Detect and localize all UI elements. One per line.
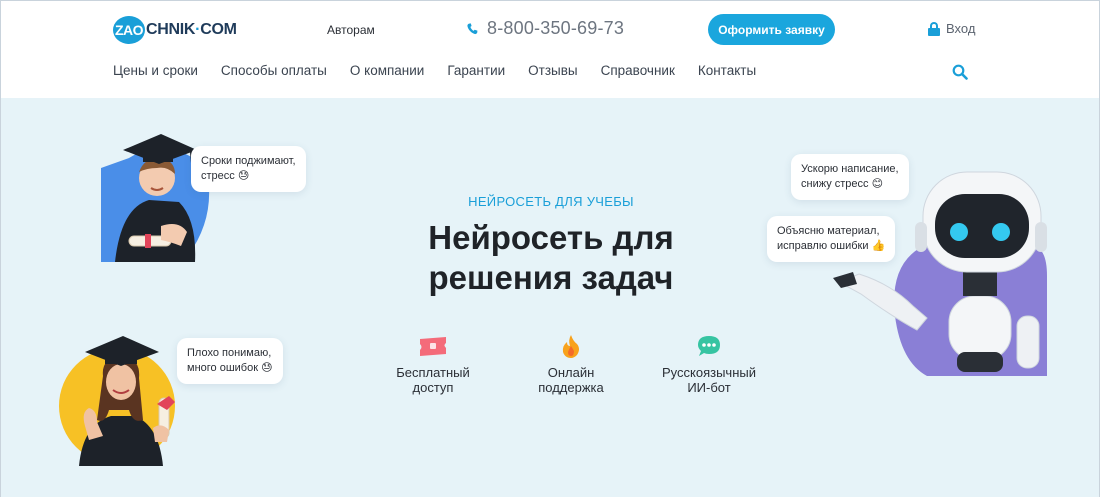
phone-contact[interactable]: 8-800-350-69-73 — [467, 18, 624, 39]
main-nav: Цены и сроки Способы оплаты О компании Г… — [113, 63, 779, 78]
order-button[interactable]: Оформить заявку — [708, 14, 835, 45]
student-top-speech-bubble: Сроки поджимают, стресс 😓 — [191, 146, 306, 192]
hero-section: Сроки поджимают, стресс 😓 Плохо понимаю,… — [1, 98, 1099, 497]
robot-bottom-speech-bubble: Объясню материал, исправлю ошибки 👍 — [767, 216, 896, 262]
fire-icon — [511, 333, 631, 359]
ticket-icon — [373, 333, 493, 359]
logo-badge: ZAO — [113, 16, 145, 44]
phone-icon — [467, 22, 478, 35]
student-bottom-speech-bubble: Плохо понимаю, много ошибок 😓 — [177, 338, 283, 384]
authors-link[interactable]: Авторам — [327, 23, 375, 37]
search-icon[interactable] — [952, 64, 968, 80]
login-label: Вход — [946, 21, 976, 36]
nav-item-payment[interactable]: Способы оплаты — [221, 63, 327, 78]
site-logo[interactable]: ZAO CHNIK·COM — [113, 16, 237, 44]
nav-item-prices[interactable]: Цены и сроки — [113, 63, 198, 78]
phone-number: 8-800-350-69-73 — [487, 18, 625, 38]
nav-item-contacts[interactable]: Контакты — [698, 63, 756, 78]
lock-icon — [928, 21, 940, 36]
login-link[interactable]: Вход — [928, 21, 975, 36]
feature-list: Бесплатный доступ Онлайн поддержка Русск… — [373, 333, 787, 395]
nav-item-reference[interactable]: Справочник — [601, 63, 675, 78]
nav-item-reviews[interactable]: Отзывы — [528, 63, 577, 78]
feature-free-access: Бесплатный доступ — [373, 333, 493, 395]
chat-icon — [649, 333, 769, 359]
logo-text: CHNIK·COM — [146, 21, 237, 38]
feature-online-support: Онлайн поддержка — [511, 333, 631, 395]
student-girl-illustration — [59, 328, 185, 466]
robot-top-speech-bubble: Ускорю написание, снижу стресс 😊 — [791, 154, 909, 200]
feature-russian-bot: Русскоязычный ИИ-бот — [649, 333, 769, 395]
nav-item-about[interactable]: О компании — [350, 63, 424, 78]
site-header: ZAO CHNIK·COM Авторам 8-800-350-69-73 Оф… — [1, 1, 1099, 98]
nav-item-guarantees[interactable]: Гарантии — [447, 63, 505, 78]
